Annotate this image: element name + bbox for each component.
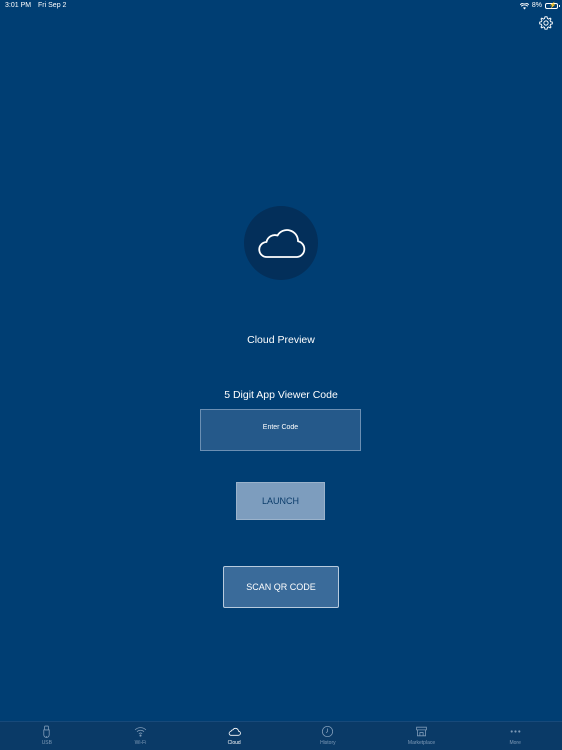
wifi-icon bbox=[519, 2, 529, 9]
tab-history[interactable]: History bbox=[281, 722, 375, 750]
charging-bolt-icon: ⚡ bbox=[549, 3, 557, 9]
status-bar: 3:01 PM Fri Sep 2 8% ⚡ bbox=[0, 0, 562, 12]
wifi-icon bbox=[134, 727, 147, 737]
page-title: Cloud Preview bbox=[247, 334, 315, 346]
launch-button[interactable]: LAUNCH bbox=[236, 482, 325, 520]
tab-label: Marketplace bbox=[407, 740, 436, 746]
more-icon bbox=[510, 730, 521, 733]
code-input[interactable] bbox=[200, 409, 361, 451]
scan-qr-button[interactable]: SCAN QR CODE bbox=[223, 566, 339, 608]
cloud-badge bbox=[244, 206, 318, 280]
settings-button[interactable] bbox=[538, 15, 554, 31]
status-time: 3:01 PM bbox=[5, 2, 32, 9]
tab-more[interactable]: More bbox=[468, 722, 562, 750]
tab-label: Cloud bbox=[227, 740, 241, 746]
tab-label: More bbox=[509, 740, 521, 746]
tab-label: History bbox=[320, 740, 336, 746]
status-right: 8% ⚡ bbox=[519, 0, 560, 12]
tab-marketplace[interactable]: Marketplace bbox=[375, 722, 469, 750]
tab-cloud[interactable]: Cloud bbox=[187, 722, 281, 750]
cloud-icon bbox=[258, 229, 306, 258]
tab-bar: USB Wi-Fi Cloud History Marketplace More bbox=[0, 721, 562, 750]
status-date: Fri Sep 2 bbox=[38, 2, 67, 9]
cloud-icon bbox=[228, 727, 241, 736]
tab-wifi[interactable]: Wi-Fi bbox=[94, 722, 188, 750]
tab-usb[interactable]: USB bbox=[0, 722, 94, 750]
tab-label: USB bbox=[41, 740, 52, 746]
tab-label: Wi-Fi bbox=[134, 740, 147, 746]
code-label: 5 Digit App Viewer Code bbox=[224, 389, 338, 401]
battery-percent: 8% bbox=[531, 2, 542, 9]
battery-icon: ⚡ bbox=[545, 3, 560, 9]
store-icon bbox=[416, 726, 427, 737]
clock-icon bbox=[322, 725, 334, 738]
status-left: 3:01 PM Fri Sep 2 bbox=[5, 0, 71, 12]
usb-icon bbox=[43, 725, 50, 738]
gear-icon bbox=[539, 16, 553, 30]
